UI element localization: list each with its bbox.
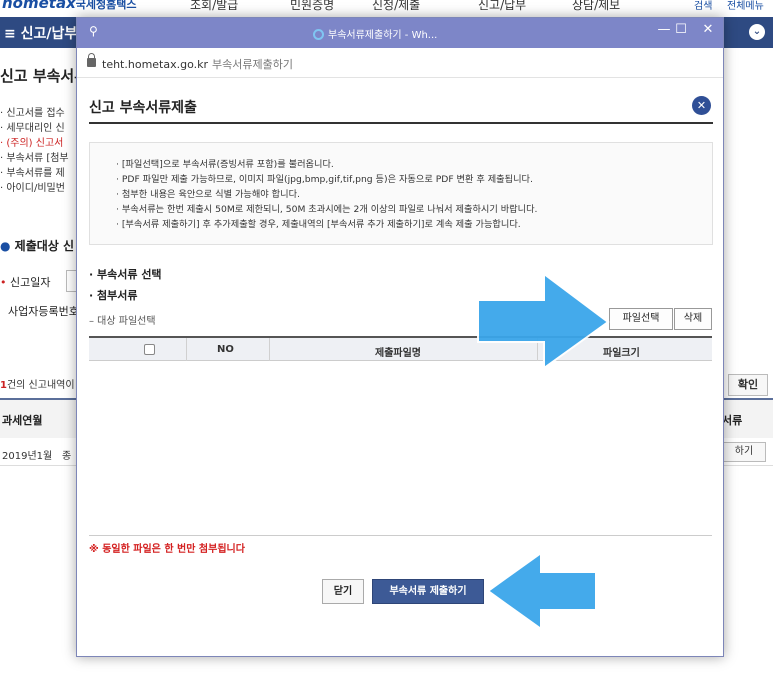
row-type: 종 (62, 451, 72, 462)
section-select-docs: · 부속서류 선택 (89, 268, 162, 281)
notice-line: · 첨부한 내용은 육안으로 식별 가능해야 합니다. (116, 189, 300, 200)
dialog-title: 신고 부속서류제출 (89, 100, 197, 116)
section-attachments: · 첨부서류 (89, 289, 138, 302)
notice-line: · 부속서류는 한번 제출시 50M로 제한되니, 50M 초과시에는 2개 이… (116, 204, 538, 215)
row-period: 2019년1월 (2, 451, 53, 462)
file-table-header: NO 제출파일명 파일크기 (89, 336, 712, 362)
minimize-icon[interactable]: — (655, 22, 673, 37)
site-header: hometax국세청홈택스 조회/발급 민원증명 신청/제출 신고/납부 상담/… (0, 0, 773, 16)
info-list: · 신고서를 접수 · 세무대리인 신 · (주의) 신고서 · 부속서류 [첨… (0, 106, 80, 206)
select-all-checkbox[interactable] (144, 344, 155, 355)
delete-button[interactable]: 삭제 (674, 308, 712, 330)
info-line-warning: · (주의) 신고서 (0, 138, 64, 149)
file-table-body[interactable] (89, 361, 712, 535)
arrow-to-file-select-icon (477, 272, 610, 370)
close-icon[interactable]: ✕ (699, 22, 717, 37)
confirm-button[interactable]: 확인 (728, 374, 768, 396)
file-select-button[interactable]: 파일선택 (609, 308, 673, 330)
all-menu-link[interactable]: 전체메뉴 (727, 0, 764, 12)
info-line: · 신고서를 접수 (0, 108, 65, 119)
arrow-to-submit-icon (486, 551, 597, 631)
bullet-icon: ● (0, 239, 15, 253)
search-link[interactable]: 검색 (694, 0, 712, 12)
navbar-title[interactable]: ≡ 신고/납부 (4, 23, 77, 43)
bizno-label: 사업자등록번호 (8, 305, 79, 318)
pin-icon[interactable]: ⚲ (89, 24, 98, 38)
url-text: teht.hometax.go.kr 부속서류제출하기 (102, 58, 293, 71)
column-divider (269, 338, 270, 362)
column-header-filename: 제출파일명 (375, 348, 421, 359)
column-header-no: NO (217, 344, 234, 355)
result-count: 1건의 신고내역이 (0, 380, 75, 391)
divider (89, 122, 713, 124)
lock-icon (87, 53, 96, 67)
window-titlebar[interactable]: ⚲ 부속서류제출하기 - Wh... — ☐ ✕ (77, 18, 723, 48)
section-title: ● 제출대상 신 (0, 239, 75, 253)
column-header-period: 과세연월 (2, 414, 43, 427)
popup-window: ⚲ 부속서류제출하기 - Wh... — ☐ ✕ teht.hometax.go… (76, 17, 724, 657)
maximize-icon[interactable]: ☐ (672, 22, 690, 37)
submit-docs-button[interactable]: 부속서류 제출하기 (372, 579, 484, 604)
notice-box: · [파일선택]으로 부속서류(증빙서류 포함)를 불러옵니다. · PDF 파… (89, 142, 713, 245)
divider (89, 535, 712, 536)
target-file-label: – 대상 파일선택 (89, 316, 156, 327)
window-title: 부속서류제출하기 - Wh... (313, 26, 437, 41)
column-divider (186, 338, 187, 362)
info-line: · 아이디/비밀번 (0, 183, 65, 194)
menu-item-apply[interactable]: 신청/제출 (372, 0, 420, 13)
column-header-docs: 서류 (722, 414, 743, 427)
notice-line: · [부속서류 제출하기] 후 추가제출할 경우, 제출내역의 [부속서류 추가… (116, 219, 521, 230)
info-line: · 부속서류 [첨부 (0, 153, 69, 164)
notice-line: · [파일선택]으로 부속서류(증빙서류 포함)를 불러옵니다. (116, 159, 334, 170)
close-button[interactable]: 닫기 (322, 579, 364, 604)
menu-item-inquiry[interactable]: 조회/발급 (190, 0, 238, 13)
row-submit-button[interactable]: 하기 (722, 442, 766, 462)
hometax-logo[interactable]: hometax국세청홈택스 (2, 0, 137, 12)
date-label: • 신고일자 (0, 276, 51, 289)
address-bar[interactable]: teht.hometax.go.kr 부속서류제출하기 (77, 48, 723, 78)
info-line: · 세무대리인 신 (0, 123, 65, 134)
menu-item-consult[interactable]: 상담/제보 (572, 0, 620, 13)
page-title: 신고 부속서류 (0, 67, 89, 85)
menu-item-report[interactable]: 신고/납부 (478, 0, 526, 13)
duplicate-warning: ※ 동일한 파일은 한 번만 첨부됩니다 (89, 544, 245, 555)
dialog-close-icon[interactable]: ✕ (692, 96, 711, 115)
notice-line: · PDF 파일만 제출 가능하므로, 이미지 파일(jpg,bmp,gif,t… (116, 174, 533, 185)
loading-icon (313, 29, 324, 40)
menu-item-certificate[interactable]: 민원증명 (290, 0, 334, 13)
chevron-down-icon[interactable]: ⌄ (749, 24, 765, 40)
info-line: · 부속서류를 제 (0, 168, 65, 179)
